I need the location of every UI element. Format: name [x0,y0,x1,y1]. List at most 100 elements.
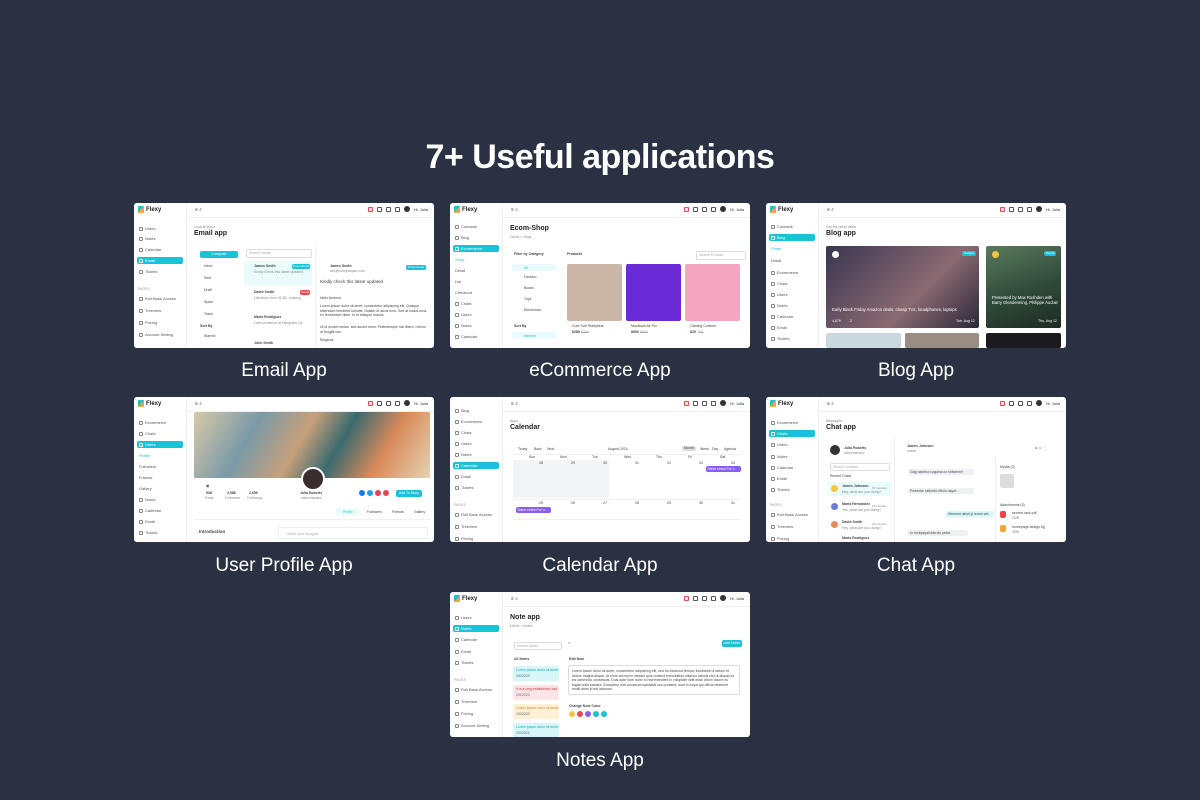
search-contacts-input[interactable]: Search contacts [830,463,890,471]
sidebar-item-profile[interactable]: Profile [137,452,183,459]
bulb-icon[interactable] [710,595,716,601]
date-cell[interactable]: 27 [603,501,607,506]
sidebar-item-email[interactable]: Email [769,324,815,331]
sidebar-item-pricing[interactable]: Pricing [769,535,815,542]
sidebar-item-calendar[interactable]: Calendar [453,636,499,643]
bell-icon[interactable] [1008,206,1014,212]
sidebar-item-email[interactable]: Email [769,475,815,482]
bell-icon[interactable] [376,206,382,212]
color-swatch-teal-selected[interactable] [601,711,607,717]
user-menu[interactable]: Hi, Julia [730,401,744,406]
sidebar-item-rollbase[interactable]: Roll Base Access [769,511,815,518]
blog-post-thumb[interactable] [905,333,979,348]
product-image-console[interactable] [685,264,740,321]
sidebar-item-list[interactable]: List [453,278,499,285]
date-cell[interactable]: 31 [731,501,735,506]
cart-icon[interactable] [683,400,689,406]
sidebar-item-calendar[interactable]: Calendar [453,462,499,469]
sidebar-item-blog[interactable]: Blog [453,234,499,241]
bulb-icon[interactable] [394,206,400,212]
chat-icon[interactable] [385,206,391,212]
color-swatch-purple[interactable] [585,711,591,717]
sort-newest[interactable]: Newest [524,334,536,339]
avatar[interactable] [403,206,410,212]
avatar[interactable] [1035,400,1042,406]
sidebar-item-friends[interactable]: Friends [137,474,183,481]
sidebar-item-tickets[interactable]: Tickets [137,529,183,536]
menu-search-icons[interactable]: ≡ ⌕ [511,596,518,602]
sidebar-item-calendar[interactable]: Calendar [769,313,815,320]
tab-friends[interactable]: Friends [392,510,404,515]
bell-icon[interactable] [692,400,698,406]
folder-trash[interactable]: Trash [204,312,213,317]
view-agenda[interactable]: Agenda [724,447,736,452]
date-cell[interactable]: 01 [667,461,671,466]
sidebar-item-rollbase[interactable]: Roll Base Access [137,295,183,302]
blog-post-featured[interactable] [826,246,979,328]
cart-icon[interactable] [999,400,1005,406]
menu-search-icons[interactable]: ≡ ⌕ [511,401,518,407]
folder-sent[interactable]: Sent [204,276,211,281]
chat-icon[interactable] [1017,206,1023,212]
menu-search-icons[interactable]: ≡ ⌕ [511,207,518,213]
sidebar-item-notes[interactable]: Notes [137,235,183,242]
bulb-icon[interactable] [710,400,716,406]
sidebar-item-treeview[interactable]: Treeview [453,698,499,705]
sidebar-item-ecommerce[interactable]: Ecommerce [453,418,499,425]
calendar-app-preview[interactable]: Blog Ecommerce Chats Users Notes Calenda… [450,397,750,542]
folder-spam[interactable]: Spam [204,300,213,305]
avatar[interactable] [719,400,726,406]
date-cell[interactable]: 29 [571,461,575,466]
search-emails-input[interactable]: Search emails [246,249,312,258]
sidebar-item-tickets[interactable]: Tickets [769,486,815,493]
sidebar-item-followers[interactable]: Followers [137,463,183,470]
email-app-preview[interactable]: Flexy Users Notes Calendar Email Tickets… [134,203,434,348]
sidebar-item-users[interactable]: Users [137,225,183,232]
date-cell[interactable]: 02 [699,461,703,466]
color-swatch-yellow[interactable] [569,711,575,717]
folder-inbox[interactable]: Inbox [204,264,213,269]
bulb-icon[interactable] [710,206,716,212]
profile-avatar[interactable] [301,467,325,491]
bulb-icon[interactable] [394,400,400,406]
menu-icon[interactable]: ≡ [568,641,570,646]
avatar[interactable] [719,595,726,601]
sidebar-item-calendar[interactable]: Calendar [453,333,499,340]
sidebar-item-blog[interactable]: Blog [453,407,499,414]
sidebar-item-email[interactable]: Email [137,257,183,264]
category-electronics[interactable]: Electronics [524,308,541,313]
sidebar-item-notes[interactable]: Notes [453,322,499,329]
date-cell[interactable]: 28 [539,461,543,466]
search-product-input[interactable]: Search Product [696,251,746,260]
compose-button[interactable]: Compose [200,251,238,258]
sidebar-item-contacts[interactable]: Contacts [769,223,815,230]
sidebar-item-email[interactable]: Email [137,518,183,525]
avatar[interactable] [1035,206,1042,212]
sidebar-item-ecommerce[interactable]: Ecommerce [137,419,183,426]
category-toys[interactable]: Toys [524,297,531,302]
sidebar-item-ecommerce[interactable]: Ecommerce [453,245,499,252]
sidebar-item-email[interactable]: Email [453,473,499,480]
note-editor[interactable]: Lorem ipsum dolor sit amet, consectetur … [568,665,740,695]
sidebar-item-rollbase[interactable]: Roll Base Access [453,511,499,518]
contact-name[interactable]: James Johnson [842,484,868,489]
bell-icon[interactable] [692,206,698,212]
sidebar-item-tickets[interactable]: Tickets [453,484,499,491]
chat-icon[interactable] [701,595,707,601]
nav-next[interactable]: Next [547,447,554,452]
user-menu[interactable]: Hi, Julia [730,596,744,601]
date-cell[interactable]: 26 [571,501,575,506]
cart-icon[interactable] [683,206,689,212]
user-menu[interactable]: Hi, Julia [414,207,428,212]
sidebar-item-pricing[interactable]: Pricing [137,319,183,326]
notes-app-preview[interactable]: Flexy Users Notes Calendar Email Tickets… [450,592,750,737]
sidebar-item-treeview[interactable]: Treeview [453,523,499,530]
search-notes-input[interactable]: Search Notes [514,642,562,650]
view-month[interactable]: Month [682,446,696,451]
user-menu[interactable]: Hi, Julia [1046,401,1060,406]
view-day[interactable]: Day [712,447,718,452]
color-swatch-teal[interactable] [593,711,599,717]
sidebar-item-checkout[interactable]: Checkout [453,289,499,296]
cart-icon[interactable] [683,595,689,601]
user-menu[interactable]: Hi, Julia [1046,207,1060,212]
